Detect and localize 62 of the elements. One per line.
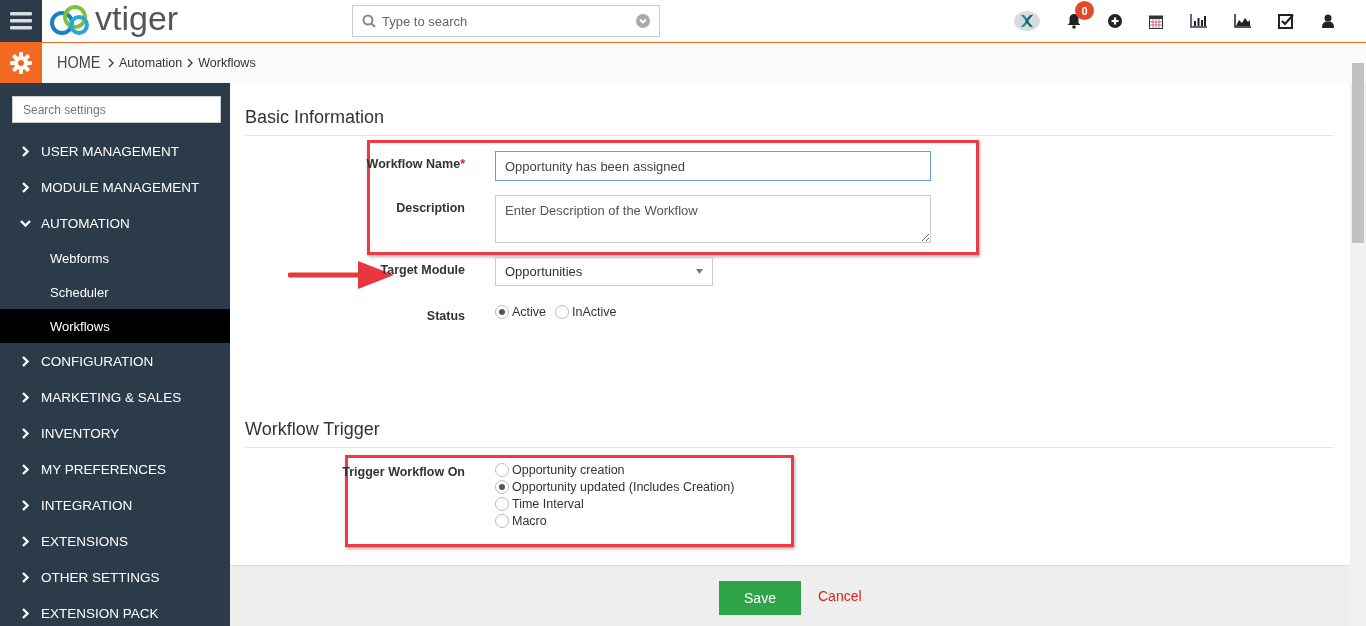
sidebar-section[interactable]: EXTENSIONS [0,523,230,559]
chevron-right-icon [20,607,31,619]
bar-chart-icon[interactable] [1190,14,1207,28]
trigger-radio[interactable]: Opportunity creation [495,463,735,477]
chevron-right-icon [20,427,31,439]
search-field[interactable]: Type to search [352,5,660,37]
sidebar-section[interactable]: CONFIGURATION [0,343,230,379]
cancel-link[interactable]: Cancel [818,588,862,604]
bell-icon[interactable] [1067,13,1081,29]
trigger-radio[interactable]: Macro [495,514,735,528]
sidebar-item[interactable]: Workflows [0,309,230,343]
trigger-radio[interactable]: Time Interval [495,497,735,511]
checkbox-icon[interactable] [1278,12,1295,30]
sidebar-section[interactable]: EXTENSION PACK [0,595,230,626]
chevron-right-icon [20,535,31,547]
field-label: Target Module [380,263,465,277]
chevron-right-icon [20,355,31,367]
target-module-dropdown[interactable]: Opportunities [495,257,713,286]
breadcrumb-link[interactable]: HOME [57,53,101,73]
sidebar-section[interactable]: OTHER SETTINGS [0,559,230,595]
chevron-right-icon [108,58,114,68]
sidebar-section[interactable]: MODULE MANAGEMENT [0,169,230,205]
search-icon [362,14,376,28]
menu-button[interactable] [0,0,42,42]
notification-badge: 0 [1075,1,1094,20]
chevron-down-icon [20,217,31,229]
calendar-icon[interactable] [1149,13,1163,29]
sidebar-section[interactable]: MY PREFERENCES [0,451,230,487]
chevron-right-icon [20,499,31,511]
chevron-right-icon [20,391,31,403]
settings-icon [10,52,32,74]
field-label: Description [396,201,465,215]
chevron-right-icon [187,58,194,68]
section-title: Workflow Trigger [245,419,1334,448]
caret-icon [696,269,703,274]
chevron-right-icon [20,571,31,583]
sidebar-section[interactable]: USER MANAGEMENT [0,133,230,169]
sidebar-section[interactable]: AUTOMATION [0,205,230,241]
status-radio[interactable]: InActive [555,305,617,319]
trigger-radio[interactable]: Opportunity updated (Includes Creation) [495,480,735,494]
sidebar-section[interactable]: MARKETING & SALES [0,379,230,415]
description-field[interactable]: Enter Description of the Workflow [495,195,931,243]
chevron-right-icon [20,145,31,157]
plus-icon[interactable] [1108,14,1122,28]
area-chart-icon[interactable] [1234,14,1251,28]
sidebar-section[interactable]: INTEGRATION [0,487,230,523]
user-icon[interactable] [1322,14,1334,28]
logo-text: vtiger [95,1,179,35]
field-label: Status [426,309,465,323]
workflow-name-field[interactable]: Opportunity has been assigned [495,151,931,181]
status-radio[interactable]: Active [495,305,547,319]
search-settings-field[interactable]: Search settings [12,96,221,123]
chevron-right-icon [20,181,31,193]
breadcrumb-link[interactable]: Automation [119,56,183,70]
chevron-right-icon [20,463,31,475]
menu-icon [10,12,32,30]
section-title: Basic Information [245,107,1334,136]
x-logo-icon[interactable] [1014,11,1040,31]
sidebar-item[interactable]: Scheduler [0,275,230,309]
sidebar-section[interactable]: INVENTORY [0,415,230,451]
scrollbar-thumb[interactable] [1352,63,1364,243]
sidebar-item[interactable]: Webforms [0,241,230,275]
